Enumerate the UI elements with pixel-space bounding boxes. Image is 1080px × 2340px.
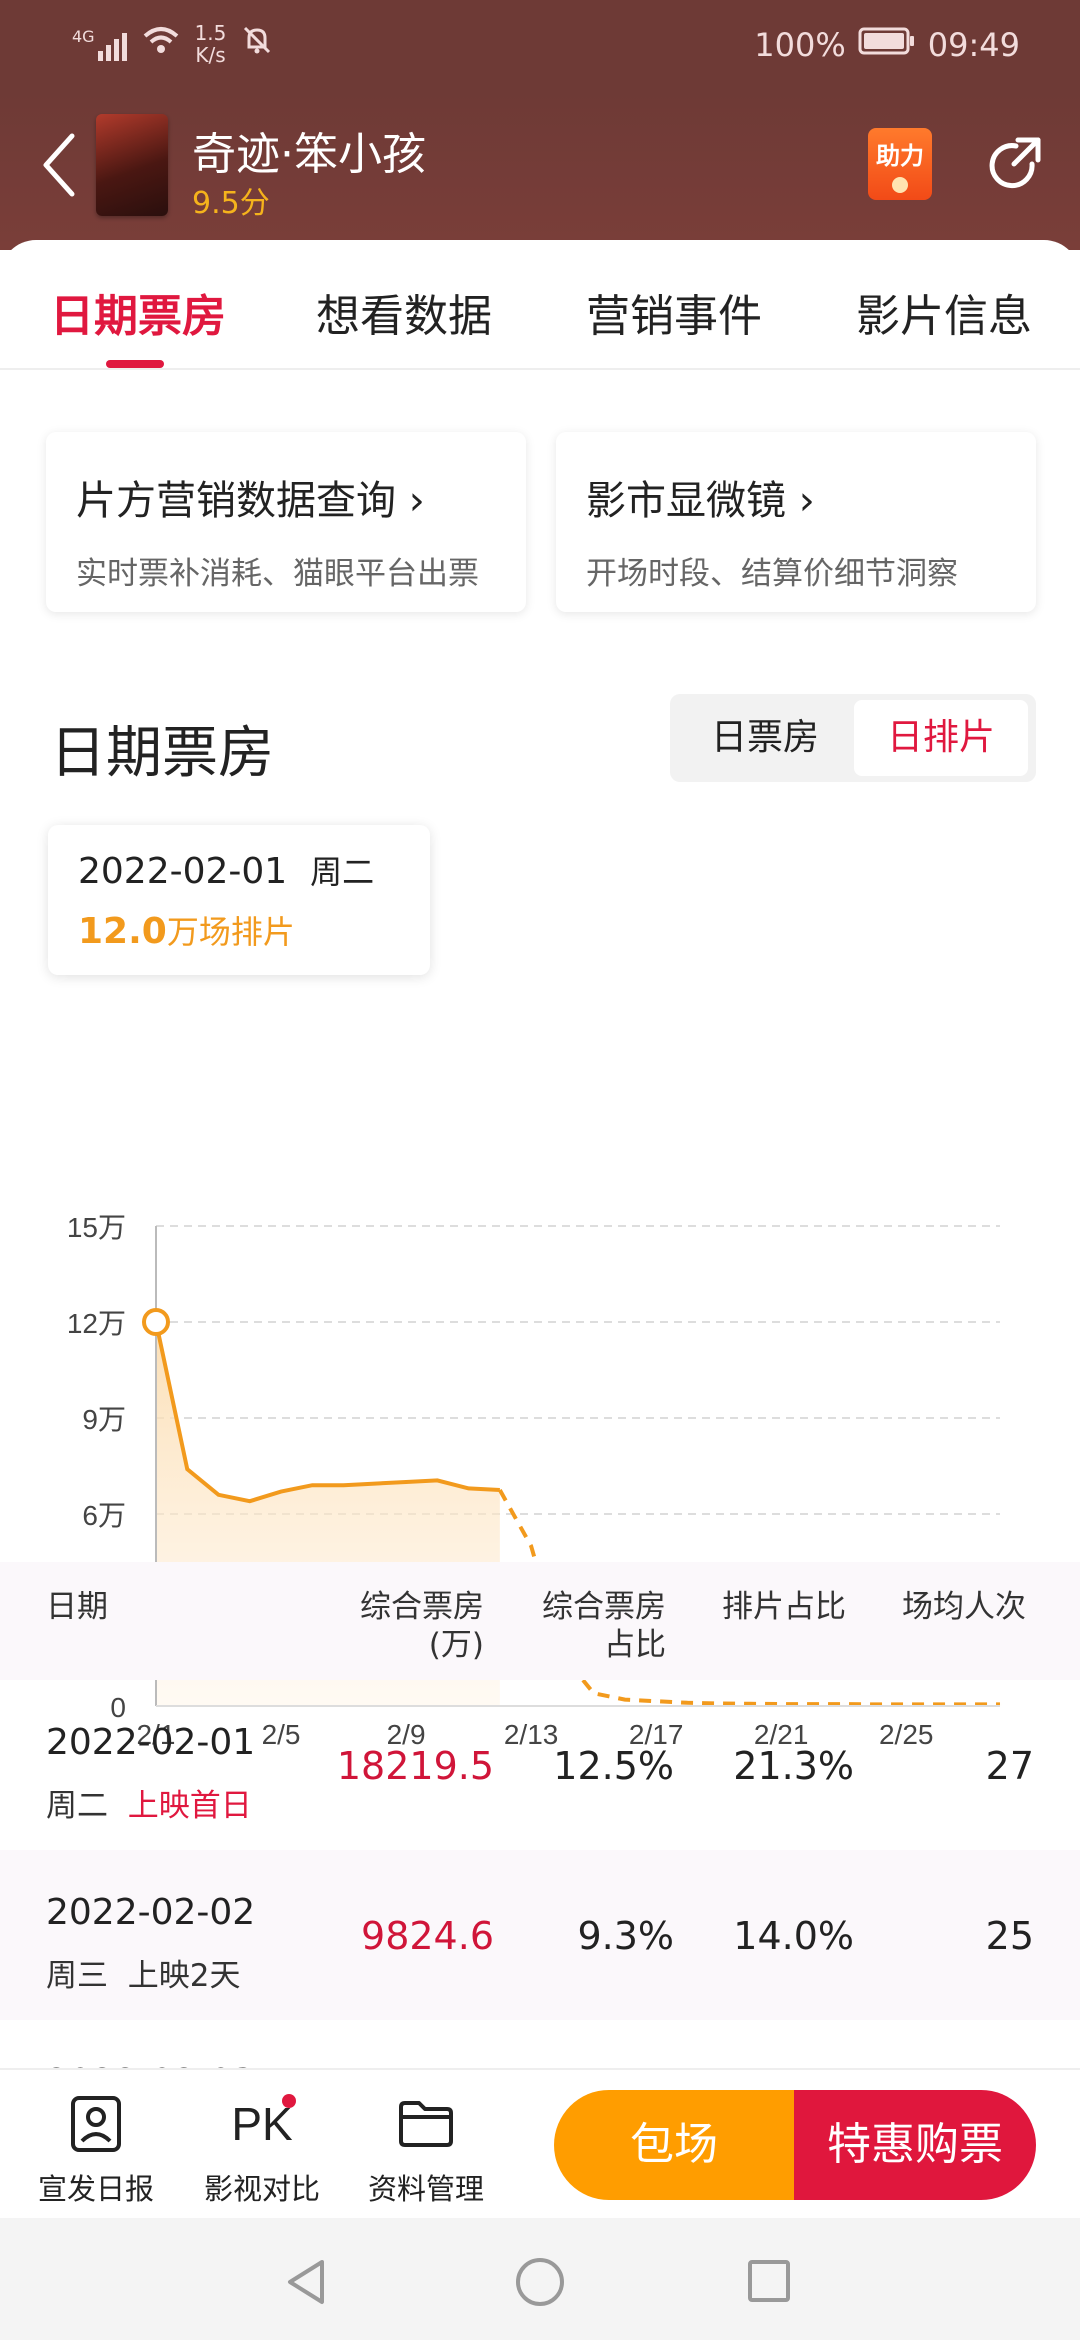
feature-title: 片方营销数据查询 › xyxy=(76,478,425,524)
table-row[interactable]: 2022-02-02 周三 上映2天 9824.6 9.3% 14.0% 25 xyxy=(0,1850,1080,2020)
compare-label: 影视对比 xyxy=(203,2172,320,2206)
content-card: 日期票房 想看数据 营销事件 影片信息 片方营销数据查询 › 实时票补消耗、猫眼… xyxy=(0,240,1080,2080)
row-note: 上映2天 xyxy=(127,1958,241,1994)
feature-subtitle: 实时票补消耗、猫眼平台出票 xyxy=(76,556,479,592)
pk-icon: PK xyxy=(192,2092,332,2156)
chart-tooltip: 2022-02-01 周二 12.0万场排片 xyxy=(48,825,430,975)
y-tick-label: 9万 xyxy=(82,1404,126,1435)
tooltip-date: 2022-02-01 xyxy=(78,851,288,892)
network-speed: 1.5 K/s xyxy=(194,21,227,67)
status-bar: 4G 1.5 K/s 100% 09:49 xyxy=(0,0,1080,90)
tooltip-value: 12.0 xyxy=(78,911,167,952)
materials-button[interactable]: 资料管理 xyxy=(356,2092,496,2208)
col-show-share: 排片占比 xyxy=(722,1589,846,1625)
data-point-2/4 xyxy=(248,1499,252,1503)
data-point-2/9 xyxy=(404,1480,408,1484)
back-button[interactable] xyxy=(38,130,78,200)
row-avg-attendance: 25 xyxy=(985,1914,1034,1958)
folder-icon xyxy=(399,2101,453,2147)
bottom-action-bar: 宣发日报 PK 影视对比 资料管理 包场 特惠购票 xyxy=(0,2068,1080,2218)
col-box-office: 综合票房 (万) xyxy=(360,1589,484,1663)
cellular-signal-icon: 4G xyxy=(72,27,127,61)
row-box-office-share: 12.5% xyxy=(553,1744,674,1788)
metric-toggle: 日票房 日排片 xyxy=(670,694,1036,782)
row-date: 2022-02-02 xyxy=(46,1892,256,1933)
row-weekday: 周三 xyxy=(46,1958,108,1994)
col-avg-attendance: 场均人次 xyxy=(902,1589,1026,1625)
battery-icon xyxy=(858,26,916,64)
row-avg-attendance: 27 xyxy=(985,1744,1034,1788)
row-date: 2022-02-01 xyxy=(46,1722,256,1763)
share-button[interactable] xyxy=(982,134,1046,198)
clock: 09:49 xyxy=(927,26,1020,64)
col-date: 日期 xyxy=(46,1589,108,1625)
market-microscope-card[interactable]: 影市显微镜 › 开场时段、结算价细节洞察 xyxy=(556,432,1036,612)
report-icon xyxy=(71,2096,121,2152)
highlight-point xyxy=(142,1308,170,1336)
materials-label: 资料管理 xyxy=(367,2172,484,2206)
data-point-2/12 xyxy=(498,1488,502,1492)
tooltip-weekday: 周二 xyxy=(310,853,375,891)
data-point-2/11 xyxy=(467,1486,471,1490)
row-box-office-share: 9.3% xyxy=(577,1914,674,1958)
movie-score: 9.5分 xyxy=(192,186,270,221)
nav-back-icon[interactable] xyxy=(284,2258,328,2306)
coin-icon xyxy=(892,177,908,193)
publicity-daily-button[interactable]: 宣发日报 xyxy=(26,2092,166,2208)
tab-want-to-see[interactable]: 想看数据 xyxy=(316,280,492,344)
purchase-group: 包场 特惠购票 xyxy=(554,2090,1036,2200)
share-icon xyxy=(989,137,1041,189)
movie-poster[interactable] xyxy=(96,114,168,216)
y-tick-label: 6万 xyxy=(82,1500,126,1531)
nav-home-icon[interactable] xyxy=(514,2256,566,2308)
table-header: 日期 综合票房 (万) 综合票房 占比 排片占比 场均人次 xyxy=(0,1562,1080,1680)
nav-recents-icon[interactable] xyxy=(746,2258,792,2304)
data-point-2/7 xyxy=(342,1483,346,1487)
data-point-2/10 xyxy=(435,1478,439,1482)
toggle-daily-box-office[interactable]: 日票房 xyxy=(678,700,852,776)
feature-title: 影市显微镜 › xyxy=(586,478,815,524)
series-line-solid xyxy=(154,1321,500,1504)
data-point-2/8 xyxy=(373,1482,377,1486)
mute-bell-icon xyxy=(240,23,274,65)
system-nav-bar xyxy=(0,2218,1080,2340)
help-boost-label: 助力 xyxy=(876,142,924,170)
compare-button[interactable]: PK 影视对比 xyxy=(192,2092,332,2208)
tab-bar: 日期票房 想看数据 营销事件 影片信息 xyxy=(0,240,1080,370)
toggle-daily-shows[interactable]: 日排片 xyxy=(854,700,1028,776)
y-tick-label: 12万 xyxy=(67,1308,126,1339)
active-tab-indicator xyxy=(106,360,164,368)
tab-marketing-events[interactable]: 营销事件 xyxy=(586,280,762,344)
data-point-2/5 xyxy=(279,1490,283,1494)
publicity-daily-label: 宣发日报 xyxy=(37,2172,154,2206)
data-point-2/13 xyxy=(529,1544,533,1548)
tooltip-unit: 万场排片 xyxy=(166,913,295,951)
notification-dot xyxy=(282,2094,296,2108)
row-show-share: 14.0% xyxy=(733,1914,854,1958)
y-tick-label: 15万 xyxy=(67,1212,126,1243)
marketing-data-query-card[interactable]: 片方营销数据查询 › 实时票补消耗、猫眼平台出票 xyxy=(46,432,526,612)
row-show-share: 21.3% xyxy=(733,1744,854,1788)
discount-buy-button[interactable]: 特惠购票 xyxy=(794,2090,1036,2200)
wifi-icon xyxy=(141,24,181,64)
tab-movie-info[interactable]: 影片信息 xyxy=(856,280,1032,344)
feature-subtitle: 开场时段、结算价细节洞察 xyxy=(586,556,958,592)
movie-title: 奇迹·笨小孩 xyxy=(192,129,426,180)
row-weekday: 周二 xyxy=(46,1788,108,1824)
battery-percent: 100% xyxy=(754,26,846,64)
row-box-office: 18219.5 xyxy=(336,1744,494,1788)
row-box-office: 9824.6 xyxy=(361,1914,494,1958)
tab-date-box-office[interactable]: 日期票房 xyxy=(50,280,226,344)
row-note: 上映首日 xyxy=(127,1788,252,1824)
chevron-left-icon xyxy=(43,133,75,197)
col-box-office-share: 综合票房 占比 xyxy=(542,1589,666,1663)
book-venue-button[interactable]: 包场 xyxy=(554,2090,794,2200)
data-point-2/3 xyxy=(217,1493,221,1497)
data-point-2/6 xyxy=(310,1483,314,1487)
data-point-2/2 xyxy=(185,1467,189,1471)
help-boost-button[interactable]: 助力 xyxy=(868,128,932,200)
table-row[interactable]: 2022-02-01 周二 上映首日 18219.5 12.5% 21.3% 2… xyxy=(0,1680,1080,1850)
section-title: 日期票房 xyxy=(50,721,274,786)
